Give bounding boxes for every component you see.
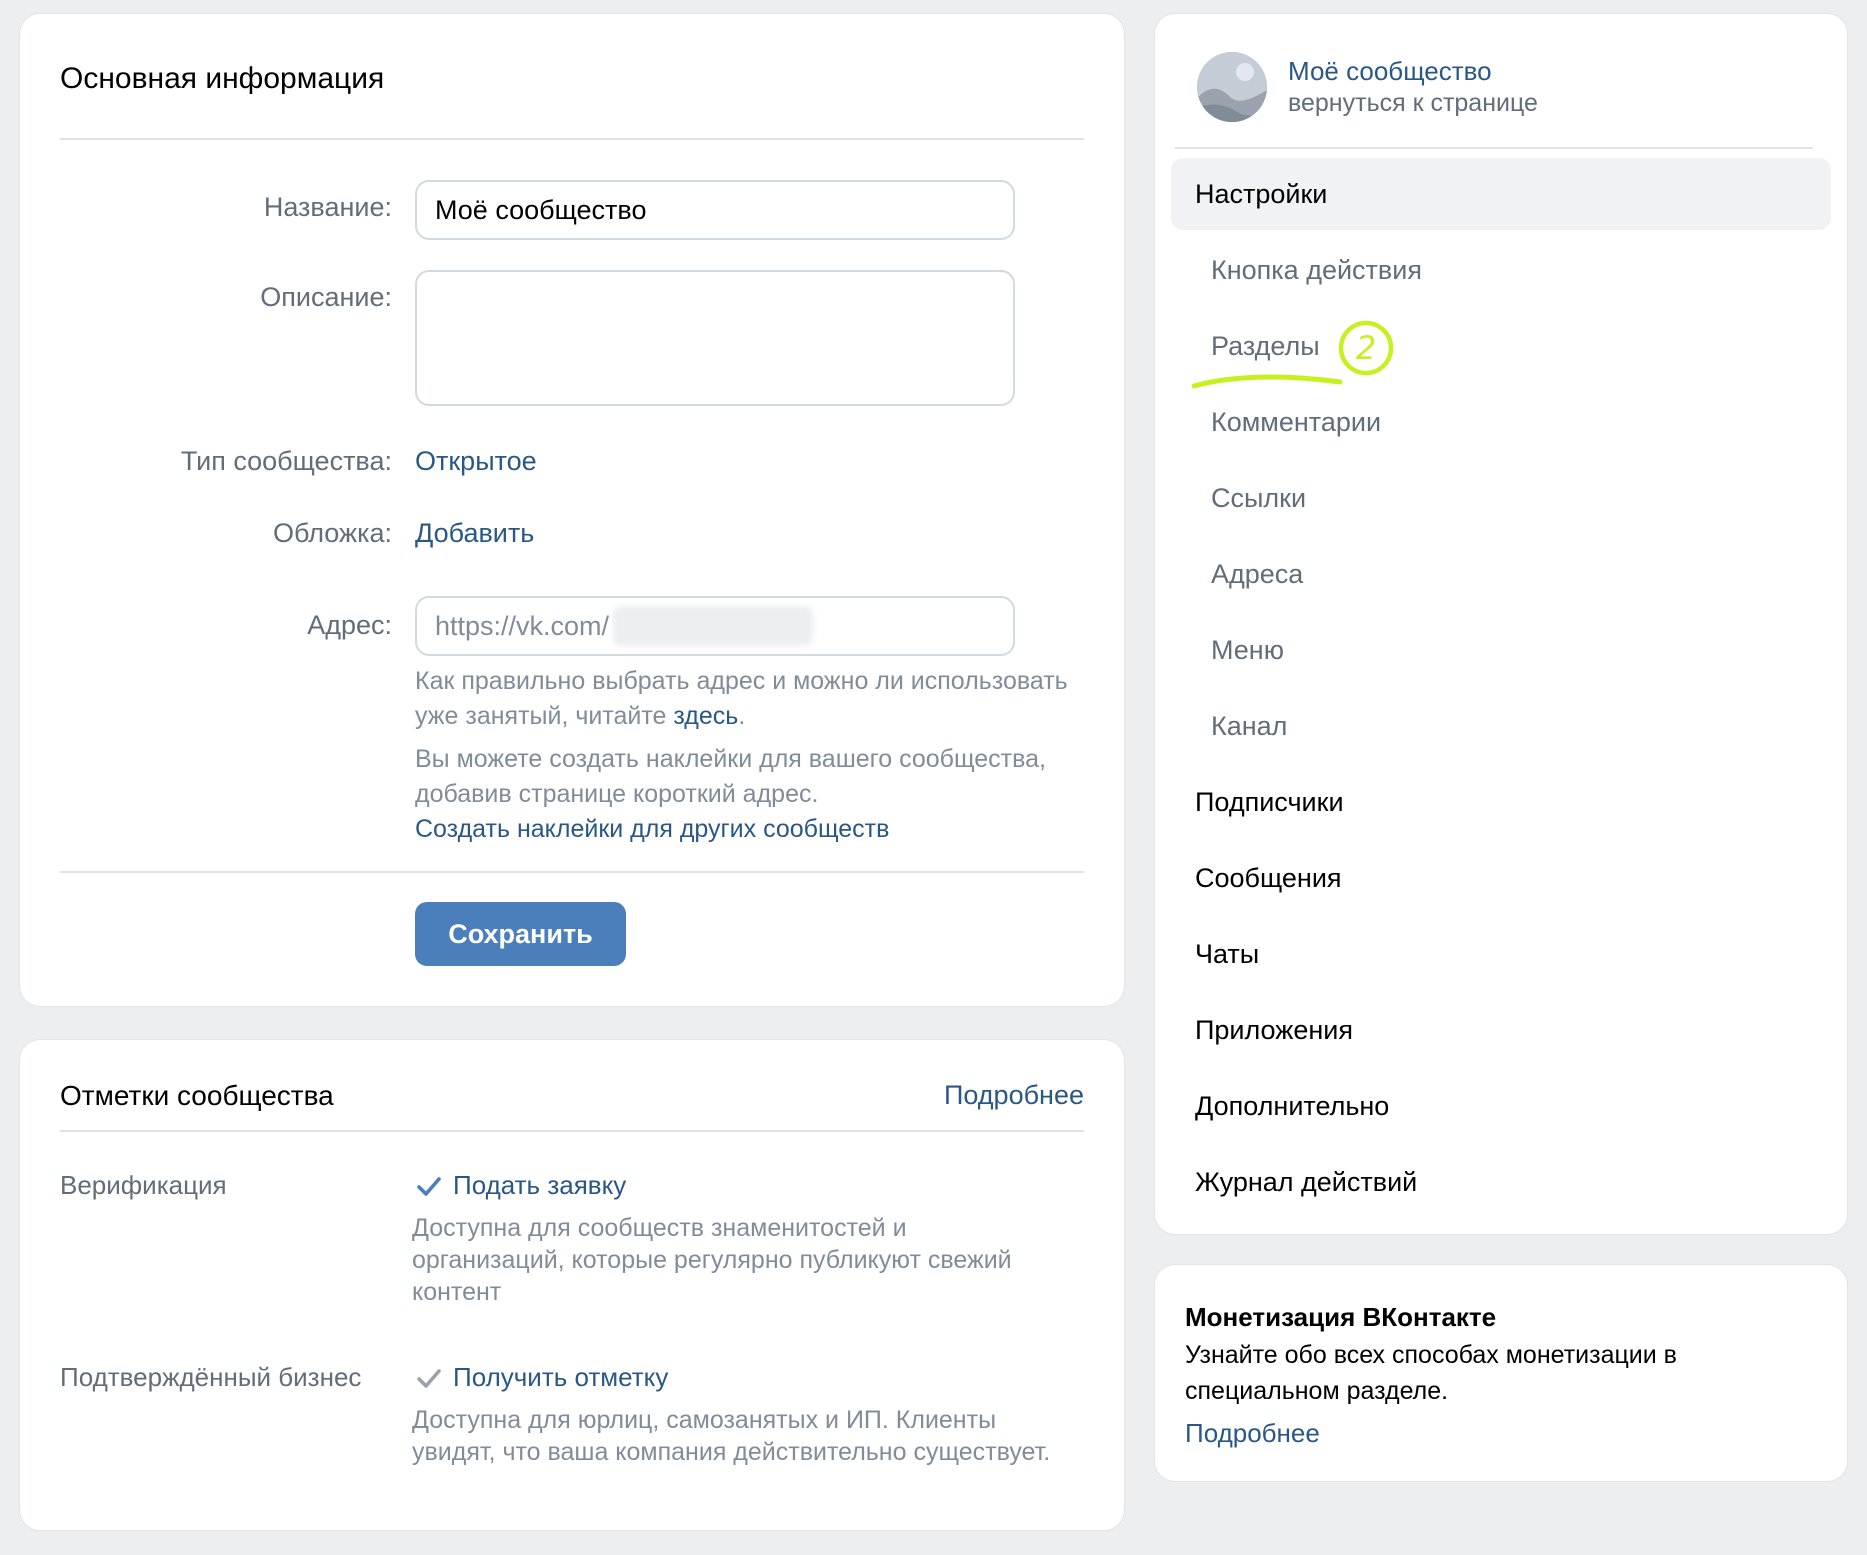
basic-info-card: Основная информация Название: Моё сообще… (20, 14, 1124, 1006)
footer-divider (60, 871, 1084, 873)
business-get-mark-link[interactable]: Получить отметку (415, 1362, 668, 1393)
save-button[interactable]: Сохранить (415, 902, 626, 966)
back-to-page-link[interactable]: вернуться к странице (1288, 89, 1538, 118)
address-input[interactable]: https://vk.com/ (415, 596, 1015, 656)
marks-title: Отметки сообщества (60, 1080, 334, 1111)
basic-info-title: Основная информация (60, 62, 385, 95)
name-input[interactable]: Моё сообщество (415, 180, 1015, 240)
type-value-link[interactable]: Открытое (415, 446, 537, 477)
nav-item-settings[interactable]: Настройки (1171, 158, 1831, 230)
nav-item-addresses[interactable]: Адреса (1171, 538, 1831, 610)
canvas: Основная информация Название: Моё сообще… (0, 0, 1867, 1555)
check-icon (417, 1176, 441, 1196)
create-stickers-link[interactable]: Создать наклейки для других сообществ (415, 812, 1115, 847)
nav-item-additional[interactable]: Дополнительно (1171, 1070, 1831, 1142)
marks-divider (60, 1130, 1084, 1132)
nav-item-action-button[interactable]: Кнопка действия (1171, 234, 1831, 306)
community-marks-card: Отметки сообщества Подробнее Верификация… (20, 1040, 1124, 1530)
nav-item-messages[interactable]: Сообщения (1171, 842, 1831, 914)
description-textarea[interactable] (415, 270, 1015, 406)
name-label: Название: (263, 192, 392, 222)
community-avatar[interactable] (1197, 52, 1267, 122)
monetization-card: Монетизация ВКонтакте Узнайте обо всех с… (1155, 1265, 1847, 1481)
address-hint: Как правильно выбрать адрес и можно ли и… (415, 664, 1115, 734)
nav-divider (1175, 147, 1813, 149)
verification-apply-link[interactable]: Подать заявку (415, 1170, 626, 1201)
address-blurred-region (613, 606, 814, 646)
address-input-value: https://vk.com/ (435, 610, 610, 641)
nav-item-comments[interactable]: Комментарии (1171, 386, 1831, 458)
verification-label: Верификация (60, 1170, 227, 1200)
verification-action-label: Подать заявку (453, 1170, 627, 1200)
marks-more-link[interactable]: Подробнее (944, 1080, 1084, 1111)
title-divider (60, 138, 1084, 140)
nav-item-menu[interactable]: Меню (1171, 614, 1831, 686)
check-icon (417, 1368, 441, 1388)
verification-description: Доступна для сообществ знаменитостей и о… (412, 1214, 1012, 1306)
stickers-hint: Вы можете создать наклейки для вашего со… (415, 742, 1115, 847)
community-name-link[interactable]: Моё сообщество (1288, 56, 1492, 87)
nav-item-links[interactable]: Ссылки (1171, 462, 1831, 534)
cover-label: Обложка: (272, 518, 392, 548)
avatar-placeholder-icon (1197, 52, 1267, 122)
monetization-more-link[interactable]: Подробнее (1185, 1418, 1320, 1449)
type-label: Тип сообщества: (180, 446, 392, 476)
monetization-text: Узнайте обо всех способах монетизации в … (1185, 1341, 1677, 1405)
description-label: Описание: (260, 282, 392, 312)
settings-nav-card: Моё сообщество вернуться к странице Наст… (1155, 14, 1847, 1234)
nav-item-channel[interactable]: Канал (1171, 690, 1831, 762)
nav-item-sections[interactable]: Разделы (1171, 310, 1831, 382)
business-action-label: Получить отметку (453, 1362, 669, 1392)
nav-item-action-log[interactable]: Журнал действий (1171, 1146, 1831, 1218)
page: Основная информация Название: Моё сообще… (0, 0, 1867, 1555)
nav-item-chats[interactable]: Чаты (1171, 918, 1831, 990)
nav-item-apps[interactable]: Приложения (1171, 994, 1831, 1066)
name-input-value: Моё сообщество (435, 194, 647, 225)
stickers-hint-text: Вы можете создать наклейки для вашего со… (415, 745, 1046, 808)
address-hint-link[interactable]: здесь (673, 702, 738, 730)
cover-add-link[interactable]: Добавить (415, 518, 534, 549)
address-hint-end: . (738, 702, 746, 730)
nav-item-subscribers[interactable]: Подписчики (1171, 766, 1831, 838)
business-label: Подтверждённый бизнес (60, 1362, 362, 1392)
address-label: Адрес: (307, 610, 392, 640)
business-description: Доступна для юрлиц, самозанятых и ИП. Кл… (412, 1406, 1051, 1466)
monetization-title: Монетизация ВКонтакте (1185, 1302, 1497, 1332)
